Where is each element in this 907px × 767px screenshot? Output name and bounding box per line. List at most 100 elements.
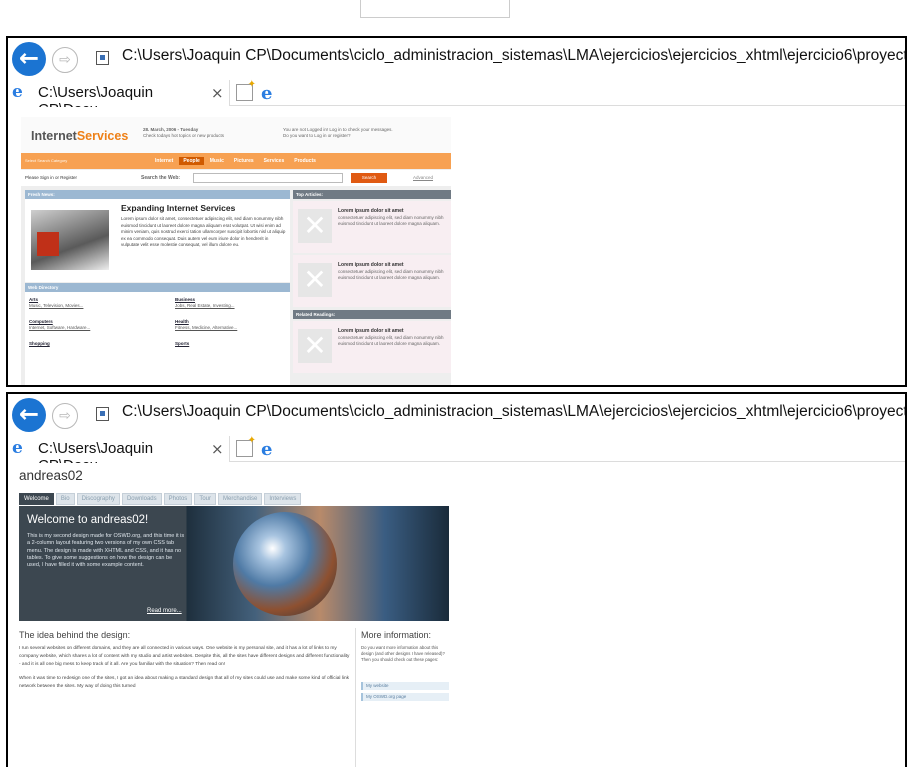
- browser-tab[interactable]: e C:\Users\Joaquin CP\Docu... ×: [8, 80, 230, 118]
- news-headline: Expanding Internet Services: [121, 203, 236, 213]
- forward-arrow-icon[interactable]: ⇨: [52, 403, 78, 429]
- site-logo: InternetServices: [31, 129, 128, 143]
- directory-item[interactable]: Health Fitness, Medicine, Alternative...: [175, 319, 237, 331]
- idea-paragraph: When it was time to redesign one of the …: [19, 676, 350, 689]
- directory-sub[interactable]: Internet, Software, Hardware...: [29, 325, 90, 331]
- nav-items: Internet People Music Pictures Services …: [151, 157, 320, 165]
- idea-body: I run several websites on different doma…: [19, 645, 351, 691]
- related-readings-heading: Related Readings:: [293, 310, 451, 319]
- directory-sub[interactable]: Jobs, Real Estate, Investing...: [175, 303, 235, 309]
- hero-image: [233, 512, 337, 616]
- tab-strip: e C:\Users\Joaquin CP\Docu... × e: [8, 79, 905, 118]
- address-bar: ← ⇨ C:\Users\Joaquin CP\Documents\ciclo_…: [8, 394, 905, 436]
- article-body: consectetuer adipiscing elit, sed diam n…: [338, 269, 444, 280]
- site-tab[interactable]: Merchandise: [217, 493, 263, 505]
- nav-item[interactable]: Music: [206, 157, 228, 165]
- nav-item[interactable]: Products: [290, 157, 320, 165]
- web-directory-heading: Web Directory: [25, 283, 290, 292]
- internet-explorer-icon[interactable]: e: [261, 83, 272, 104]
- back-arrow-icon[interactable]: ←: [12, 398, 46, 432]
- proyecto2-screenshot: andreas02 Welcome Bio Discography Downlo…: [19, 468, 449, 767]
- news-body: Lorem ipsum dolor sit amet, consectetuer…: [121, 216, 286, 247]
- url-field[interactable]: C:\Users\Joaquin CP\Documents\ciclo_admi…: [122, 403, 905, 421]
- search-button[interactable]: Search: [351, 173, 387, 183]
- page-icon: [96, 407, 109, 421]
- fresh-news-heading: Fresh News:: [25, 190, 290, 199]
- directory-sub[interactable]: Music, Television, Movies...: [29, 303, 83, 309]
- browser-window-proyecto2: ← ⇨ C:\Users\Joaquin CP\Documents\ciclo_…: [6, 392, 907, 767]
- site-tab[interactable]: Tour: [194, 493, 216, 505]
- directory-item[interactable]: Computers Internet, Software, Hardware...: [29, 319, 90, 331]
- directory-title[interactable]: Sports: [175, 341, 189, 347]
- site-tab[interactable]: Welcome: [19, 493, 54, 505]
- new-tab-icon[interactable]: [236, 435, 256, 457]
- directory-item[interactable]: Sports: [175, 341, 189, 347]
- site-tab[interactable]: Discography: [76, 493, 120, 505]
- directory-title[interactable]: Shopping: [29, 341, 50, 347]
- register-line: Do you want to Log in or register?: [283, 133, 351, 138]
- date-block: 28. March, 2006 - Tuesday Check todays ho…: [143, 127, 233, 139]
- site-tab[interactable]: Downloads: [121, 493, 162, 505]
- article-card[interactable]: ✕ Lorem ipsum dolor sit amet consectetuer …: [293, 321, 451, 373]
- internet-explorer-icon: e: [12, 438, 23, 458]
- nav-item[interactable]: Pictures: [230, 157, 258, 165]
- directory-item[interactable]: Shopping: [29, 341, 50, 347]
- article-title[interactable]: Lorem ipsum dolor sit amet: [338, 208, 404, 214]
- address-bar: ← ⇨ C:\Users\Joaquin CP\Documents\ciclo_…: [8, 38, 905, 80]
- directory-item[interactable]: Arts Music, Television, Movies...: [29, 297, 83, 309]
- back-arrow-icon[interactable]: ←: [12, 42, 46, 76]
- check-line: Check todays hot topics or new products: [143, 133, 225, 138]
- image-placeholder-icon: ✕: [298, 329, 332, 363]
- advanced-link[interactable]: Advanced: [413, 175, 433, 180]
- welcome-body: This is my second design made for OSWD.o…: [27, 533, 185, 569]
- more-info-title: More information:: [361, 630, 432, 640]
- article-title[interactable]: Lorem ipsum dolor sit amet: [338, 328, 404, 334]
- directory-sub[interactable]: Fitness, Medicine, Alternative...: [175, 325, 237, 331]
- close-icon[interactable]: ×: [211, 84, 224, 102]
- directory-item[interactable]: Business Jobs, Real Estate, Investing...: [175, 297, 235, 309]
- sign-in-text[interactable]: Please Sign in or Register: [25, 175, 77, 180]
- welcome-title: Welcome to andreas02!: [27, 514, 149, 526]
- search-label: Search the Web:: [141, 175, 181, 181]
- web-directory: Web Directory Arts Music, Television, Mov…: [25, 283, 290, 385]
- browser-tab[interactable]: e C:\Users\Joaquin CP\Docu... ×: [8, 436, 230, 474]
- new-tab-icon[interactable]: [236, 79, 256, 101]
- column-divider: [355, 628, 356, 767]
- login-block: You are not Logged in! Log in to check y…: [283, 127, 443, 139]
- page-icon: [96, 51, 109, 65]
- nav-item[interactable]: Services: [260, 157, 289, 165]
- close-icon[interactable]: ×: [211, 440, 224, 458]
- read-more-link[interactable]: Read more...: [147, 608, 182, 614]
- idea-title: The idea behind the design:: [19, 630, 131, 640]
- site-tab[interactable]: Bio: [55, 493, 75, 505]
- news-image: [31, 210, 109, 270]
- proyecto1-screenshot: InternetServices 28. March, 2006 - Tuesd…: [21, 117, 451, 385]
- site-tab[interactable]: Photos: [163, 493, 193, 505]
- site-tabs: Welcome Bio Discography Downloads Photos…: [19, 493, 302, 505]
- search-bar: Please Sign in or Register Search the We…: [21, 170, 451, 186]
- nav-item[interactable]: Internet: [151, 157, 177, 165]
- internet-explorer-icon[interactable]: e: [261, 439, 272, 460]
- image-viewport: andreas02 Welcome Bio Discography Downlo…: [8, 463, 905, 767]
- forward-arrow-icon[interactable]: ⇨: [52, 47, 78, 73]
- browser-window-proyecto1: ← ⇨ C:\Users\Joaquin CP\Documents\ciclo_…: [6, 36, 907, 387]
- article-card[interactable]: ✕ Lorem ipsum dolor sit amet consectetuer …: [293, 255, 451, 307]
- category-nav: Select Search Category Internet People M…: [21, 153, 451, 169]
- site-tab[interactable]: Interviews: [264, 493, 302, 505]
- search-input[interactable]: [193, 173, 343, 183]
- right-column: Top Articles: ✕ Lorem ipsum dolor sit ame…: [293, 190, 451, 385]
- fresh-news: Fresh News: Expanding Internet Services …: [25, 190, 290, 282]
- article-title[interactable]: Lorem ipsum dolor sit amet: [338, 262, 404, 268]
- sidebar-link[interactable]: My OSWD.org page: [361, 693, 449, 701]
- logo-part-1: Internet: [31, 129, 77, 143]
- article-body: consectetuer adipiscing elit, sed diam n…: [338, 335, 444, 346]
- url-field[interactable]: C:\Users\Joaquin CP\Documents\ciclo_admi…: [122, 47, 905, 65]
- sidebar-link[interactable]: My website: [361, 682, 449, 690]
- article-card[interactable]: ✕ Lorem ipsum dolor sit amet consectetuer …: [293, 201, 451, 253]
- idea-paragraph: I run several websites on different doma…: [19, 646, 350, 667]
- image-placeholder-icon: ✕: [298, 263, 332, 297]
- category-select[interactable]: Select Search Category: [25, 158, 67, 163]
- site-title: andreas02: [19, 468, 83, 483]
- internet-explorer-icon: e: [12, 82, 23, 102]
- nav-item[interactable]: People: [179, 157, 204, 165]
